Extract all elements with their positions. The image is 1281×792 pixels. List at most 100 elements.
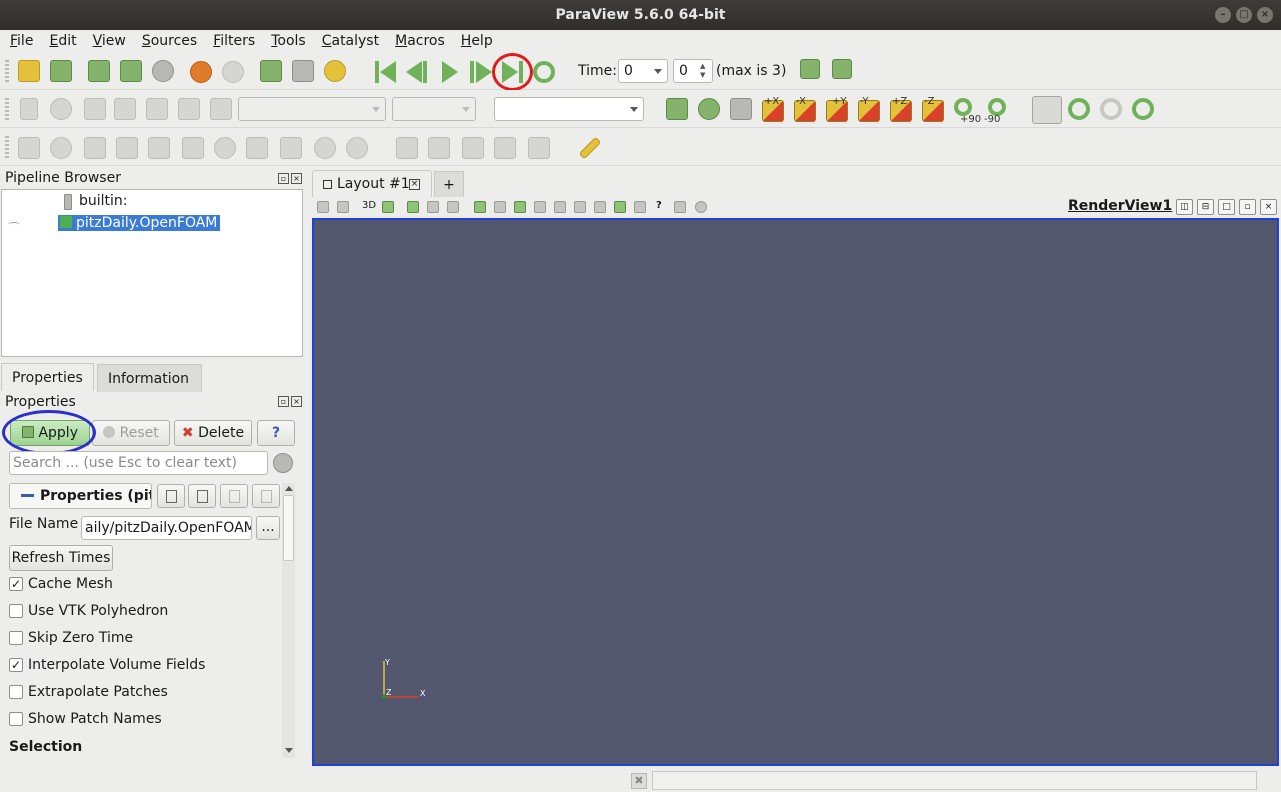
- grow-selection-icon[interactable]: [554, 201, 566, 213]
- select-points-icon[interactable]: [427, 201, 439, 213]
- time-index-spinbox[interactable]: 0 ▲ ▼: [673, 59, 713, 83]
- copy-properties-button[interactable]: [157, 484, 185, 508]
- play-icon[interactable]: [442, 61, 458, 83]
- help-button[interactable]: ?: [257, 420, 295, 446]
- select-polygon-icon[interactable]: [494, 201, 506, 213]
- render-view[interactable]: Y X Z: [312, 218, 1279, 766]
- query-help-button[interactable]: ?: [656, 200, 662, 211]
- new-layout-tab[interactable]: +: [434, 171, 464, 197]
- search-input[interactable]: Search ... (use Esc to clear text): [9, 451, 268, 475]
- scroll-thumb[interactable]: [283, 495, 294, 561]
- loop-icon[interactable]: [533, 61, 555, 83]
- toolbar-grip[interactable]: [5, 60, 9, 82]
- spin-arrows-icon[interactable]: ▲ ▼: [700, 62, 710, 80]
- menu-filters[interactable]: Filters: [205, 33, 263, 49]
- capture-screenshot-icon[interactable]: [292, 60, 314, 82]
- ruler-view-icon[interactable]: [674, 201, 686, 213]
- use-vtk-polyhedron-checkbox[interactable]: [9, 604, 23, 618]
- center-axes-icon[interactable]: [1068, 98, 1090, 120]
- float-icon[interactable]: ▫: [278, 396, 289, 407]
- interactive-select-icon[interactable]: [514, 201, 526, 213]
- save-data-icon[interactable]: [88, 60, 110, 82]
- properties-scrollbar[interactable]: [282, 483, 295, 758]
- menu-file[interactable]: File: [2, 33, 41, 49]
- float-icon[interactable]: ▫: [278, 173, 289, 184]
- pipeline-item-pitzdaily[interactable]: pitzDaily.OpenFOAM: [58, 215, 221, 231]
- close-icon[interactable]: ×: [291, 173, 302, 184]
- screenshot-icon[interactable]: [382, 201, 394, 213]
- auto-apply-icon[interactable]: [152, 60, 174, 82]
- reset-session-icon[interactable]: [260, 60, 282, 82]
- show-patch-names-checkbox[interactable]: [9, 712, 23, 726]
- zoom-to-box-icon[interactable]: [730, 98, 752, 120]
- render-view-name[interactable]: RenderView1: [1068, 198, 1172, 214]
- clear-selection-icon[interactable]: [594, 201, 606, 213]
- menu-tools[interactable]: Tools: [263, 33, 314, 49]
- gear-icon[interactable]: [273, 453, 293, 473]
- maximize-view-button[interactable]: □: [1218, 199, 1235, 215]
- cache-mesh-checkbox[interactable]: ✓: [9, 577, 23, 591]
- skip-zero-time-checkbox[interactable]: [9, 631, 23, 645]
- select-cells-icon[interactable]: [407, 201, 419, 213]
- pipeline-browser[interactable]: builtin: pitzDaily.OpenFOAM: [1, 189, 303, 357]
- zoom-to-data-icon[interactable]: [698, 98, 720, 120]
- view-mode-3d-button[interactable]: 3D: [362, 200, 376, 211]
- file-name-field[interactable]: aily/pitzDaily.OpenFOAM: [81, 516, 252, 540]
- menu-help[interactable]: Help: [453, 33, 501, 49]
- save-state-icon[interactable]: [120, 60, 142, 82]
- tab-properties[interactable]: Properties: [1, 363, 94, 391]
- reset-camera-icon[interactable]: [666, 98, 688, 120]
- maximize-button[interactable]: □: [1236, 7, 1252, 23]
- time-combo[interactable]: 0: [618, 59, 668, 83]
- ruler-icon[interactable]: [578, 136, 602, 160]
- toolbar-grip[interactable]: [5, 98, 9, 120]
- select-block-icon[interactable]: [474, 201, 486, 213]
- close-view-button[interactable]: ×: [1260, 199, 1277, 215]
- pick-center-icon[interactable]: [1132, 98, 1154, 120]
- browse-button[interactable]: ...: [256, 516, 280, 540]
- menu-view[interactable]: View: [85, 33, 134, 49]
- scroll-down-icon[interactable]: [285, 748, 293, 753]
- menu-catalyst[interactable]: Catalyst: [314, 33, 387, 49]
- interpolate-volume-fields-checkbox[interactable]: ✓: [9, 658, 23, 672]
- open-folder-icon[interactable]: [18, 60, 40, 82]
- close-tab-icon[interactable]: ×: [409, 179, 420, 190]
- menu-sources[interactable]: Sources: [134, 33, 205, 49]
- redo-icon[interactable]: [222, 61, 244, 83]
- tab-layout-1[interactable]: Layout #1 ×: [312, 170, 432, 198]
- eye-hidden-icon[interactable]: [8, 222, 20, 228]
- split-horizontal-button[interactable]: ◫: [1176, 199, 1193, 215]
- first-frame-icon[interactable]: [380, 61, 396, 83]
- query-icon[interactable]: [832, 59, 852, 79]
- menu-edit[interactable]: Edit: [41, 33, 84, 49]
- tab-information[interactable]: Information: [97, 364, 202, 392]
- extrapolate-patches-checkbox[interactable]: [9, 685, 23, 699]
- toolbar-grip[interactable]: [5, 136, 9, 158]
- close-button[interactable]: ×: [1257, 7, 1273, 23]
- previous-frame-icon[interactable]: [406, 61, 422, 83]
- delete-button[interactable]: ✖ Delete: [174, 420, 252, 446]
- find-data-icon[interactable]: [800, 59, 820, 79]
- close-icon[interactable]: ×: [291, 396, 302, 407]
- float-view-button[interactable]: ▫: [1239, 199, 1256, 215]
- interaction-mode-icon[interactable]: [337, 201, 349, 213]
- edit-annotation-icon[interactable]: [614, 201, 626, 213]
- load-state-icon[interactable]: [50, 60, 72, 82]
- paste-properties-button[interactable]: [188, 484, 216, 508]
- representation-combo[interactable]: [494, 97, 644, 121]
- scroll-up-icon[interactable]: [285, 486, 293, 491]
- minimize-button[interactable]: –: [1215, 7, 1231, 23]
- menu-macros[interactable]: Macros: [387, 33, 453, 49]
- clear-status-icon[interactable]: ✖: [631, 773, 647, 789]
- split-vertical-button[interactable]: ⊟: [1197, 199, 1214, 215]
- select-frustum-icon[interactable]: [447, 201, 459, 213]
- undo-icon[interactable]: [190, 61, 212, 83]
- pipeline-item-builtin[interactable]: builtin:: [79, 193, 128, 209]
- orientation-axes-toggle-icon[interactable]: [1032, 96, 1062, 124]
- shrink-selection-icon[interactable]: [574, 201, 586, 213]
- refresh-times-button[interactable]: Refresh Times: [9, 545, 113, 571]
- disabled-icon[interactable]: [695, 201, 707, 213]
- properties-group-header[interactable]: Properties (pitzDaily.OpenFOAM): [9, 483, 152, 509]
- color-palette-icon[interactable]: [324, 60, 346, 82]
- next-frame-icon[interactable]: [476, 61, 492, 83]
